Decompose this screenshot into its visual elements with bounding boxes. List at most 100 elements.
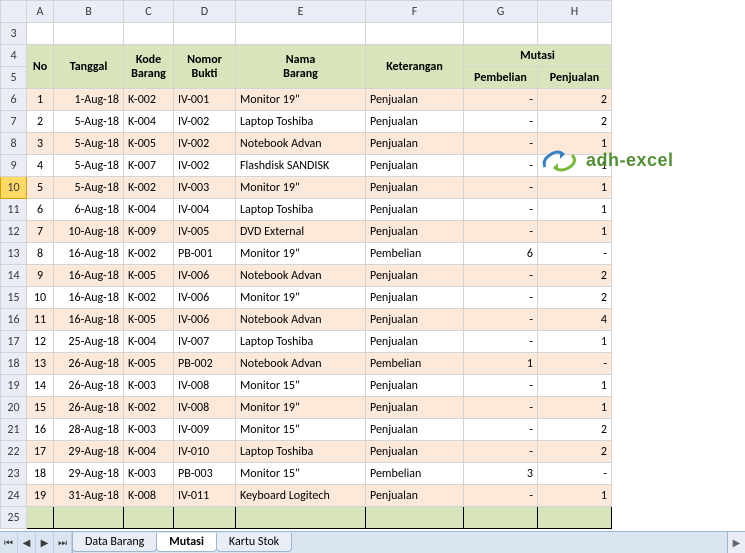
row-header-23[interactable]: 23 — [1, 463, 27, 485]
footer-cell[interactable] — [464, 507, 538, 529]
cell-jual[interactable]: 1 — [538, 397, 612, 419]
cell-jual[interactable]: 4 — [538, 309, 612, 331]
cell-kode[interactable]: K-003 — [124, 463, 174, 485]
cell-beli[interactable]: 3 — [464, 463, 538, 485]
cell-tanggal[interactable]: 1-Aug-18 — [54, 89, 124, 111]
row-header-21[interactable]: 21 — [1, 419, 27, 441]
cell-nama[interactable]: Monitor 15" — [236, 419, 366, 441]
cell-no[interactable]: 11 — [27, 309, 54, 331]
cell-beli[interactable]: - — [464, 397, 538, 419]
cell-beli[interactable]: - — [464, 89, 538, 111]
row-header-11[interactable]: 11 — [1, 199, 27, 221]
cell-kode[interactable]: K-007 — [124, 155, 174, 177]
cell-bukti[interactable]: IV-002 — [174, 111, 236, 133]
cell-bukti[interactable]: IV-006 — [174, 287, 236, 309]
cell-jual[interactable]: 1 — [538, 177, 612, 199]
cell-bukti[interactable]: PB-003 — [174, 463, 236, 485]
empty-cell[interactable] — [27, 23, 54, 45]
cell-nama[interactable]: Laptop Toshiba — [236, 199, 366, 221]
cell-kode[interactable]: K-008 — [124, 485, 174, 507]
row-header-6[interactable]: 6 — [1, 89, 27, 111]
cell-tanggal[interactable]: 5-Aug-18 — [54, 155, 124, 177]
cell-kode[interactable]: K-004 — [124, 331, 174, 353]
cell-no[interactable]: 19 — [27, 485, 54, 507]
cell-bukti[interactable]: IV-008 — [174, 375, 236, 397]
cell-no[interactable]: 13 — [27, 353, 54, 375]
cell-jual[interactable]: - — [538, 353, 612, 375]
empty-cell[interactable] — [174, 23, 236, 45]
cell-bukti[interactable]: IV-005 — [174, 221, 236, 243]
footer-cell[interactable] — [27, 507, 54, 529]
sheet-tab-mutasi[interactable]: Mutasi — [156, 533, 217, 552]
empty-cell[interactable] — [236, 23, 366, 45]
row-header-12[interactable]: 12 — [1, 221, 27, 243]
cell-nama[interactable]: Notebook Advan — [236, 265, 366, 287]
footer-cell[interactable] — [538, 507, 612, 529]
cell-bukti[interactable]: IV-002 — [174, 155, 236, 177]
cell-no[interactable]: 9 — [27, 265, 54, 287]
cell-kode[interactable]: K-005 — [124, 353, 174, 375]
cell-ket[interactable]: Penjualan — [366, 419, 464, 441]
cell-no[interactable]: 14 — [27, 375, 54, 397]
col-header-D[interactable]: D — [174, 1, 236, 23]
cell-tanggal[interactable]: 26-Aug-18 — [54, 353, 124, 375]
cell-beli[interactable]: - — [464, 155, 538, 177]
cell-ket[interactable]: Pembelian — [366, 353, 464, 375]
cell-jual[interactable]: 2 — [538, 441, 612, 463]
cell-bukti[interactable]: IV-006 — [174, 309, 236, 331]
select-all-corner[interactable] — [1, 1, 27, 23]
cell-bukti[interactable]: IV-006 — [174, 265, 236, 287]
row-header-18[interactable]: 18 — [1, 353, 27, 375]
cell-beli[interactable]: - — [464, 419, 538, 441]
cell-jual[interactable]: 1 — [538, 221, 612, 243]
cell-kode[interactable]: K-003 — [124, 375, 174, 397]
cell-jual[interactable]: 2 — [538, 287, 612, 309]
cell-nama[interactable]: Monitor 15" — [236, 375, 366, 397]
cell-ket[interactable]: Penjualan — [366, 485, 464, 507]
cell-nama[interactable]: Keyboard Logitech — [236, 485, 366, 507]
cell-tanggal[interactable]: 25-Aug-18 — [54, 331, 124, 353]
cell-beli[interactable]: - — [464, 111, 538, 133]
cell-beli[interactable]: - — [464, 221, 538, 243]
row-header-24[interactable]: 24 — [1, 485, 27, 507]
cell-ket[interactable]: Penjualan — [366, 331, 464, 353]
cell-jual[interactable]: 1 — [538, 199, 612, 221]
cell-kode[interactable]: K-002 — [124, 177, 174, 199]
col-header-C[interactable]: C — [124, 1, 174, 23]
cell-tanggal[interactable]: 5-Aug-18 — [54, 133, 124, 155]
cell-beli[interactable]: - — [464, 199, 538, 221]
empty-cell[interactable] — [538, 23, 612, 45]
cell-ket[interactable]: Penjualan — [366, 287, 464, 309]
cell-bukti[interactable]: IV-007 — [174, 331, 236, 353]
col-header-G[interactable]: G — [464, 1, 538, 23]
cell-no[interactable]: 10 — [27, 287, 54, 309]
row-header-13[interactable]: 13 — [1, 243, 27, 265]
empty-cell[interactable] — [124, 23, 174, 45]
cell-bukti[interactable]: IV-010 — [174, 441, 236, 463]
footer-cell[interactable] — [366, 507, 464, 529]
cell-jual[interactable]: - — [538, 243, 612, 265]
cell-ket[interactable]: Penjualan — [366, 155, 464, 177]
cell-tanggal[interactable]: 26-Aug-18 — [54, 375, 124, 397]
cell-nama[interactable]: Monitor 19" — [236, 243, 366, 265]
row-header-15[interactable]: 15 — [1, 287, 27, 309]
cell-no[interactable]: 16 — [27, 419, 54, 441]
cell-bukti[interactable]: IV-008 — [174, 397, 236, 419]
cell-no[interactable]: 2 — [27, 111, 54, 133]
cell-kode[interactable]: K-005 — [124, 309, 174, 331]
col-header-B[interactable]: B — [54, 1, 124, 23]
row-header-9[interactable]: 9 — [1, 155, 27, 177]
cell-tanggal[interactable]: 26-Aug-18 — [54, 397, 124, 419]
cell-no[interactable]: 7 — [27, 221, 54, 243]
cell-beli[interactable]: - — [464, 177, 538, 199]
cell-no[interactable]: 6 — [27, 199, 54, 221]
cell-nama[interactable]: Laptop Toshiba — [236, 111, 366, 133]
cell-ket[interactable]: Penjualan — [366, 265, 464, 287]
row-header-19[interactable]: 19 — [1, 375, 27, 397]
cell-kode[interactable]: K-009 — [124, 221, 174, 243]
scroll-right-icon[interactable]: ▶ — [727, 531, 745, 553]
cell-bukti[interactable]: IV-011 — [174, 485, 236, 507]
tab-prev-icon[interactable]: ◀ — [18, 532, 36, 553]
cell-ket[interactable]: Pembelian — [366, 463, 464, 485]
cell-beli[interactable]: - — [464, 287, 538, 309]
